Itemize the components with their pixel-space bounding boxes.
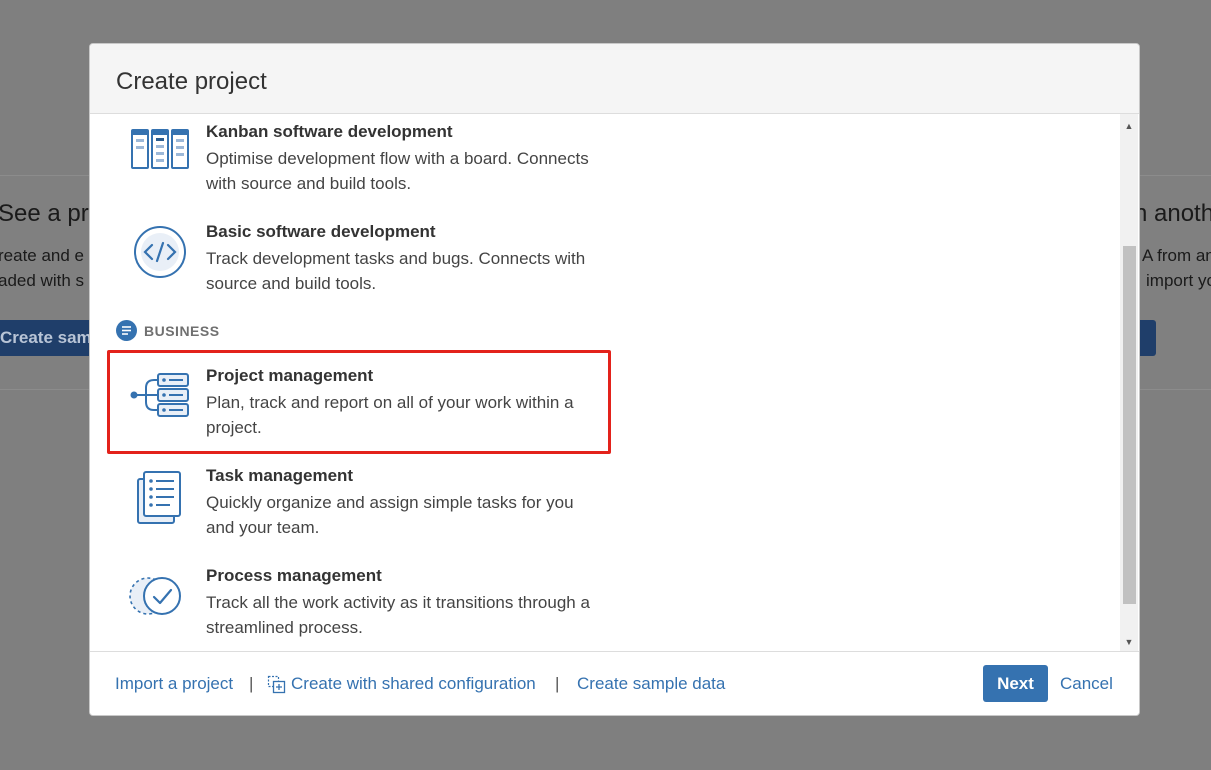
scrollbar-thumb[interactable]: [1123, 246, 1136, 604]
kanban-board-icon: [128, 122, 192, 182]
footer-separator: |: [555, 674, 560, 693]
cancel-link[interactable]: Cancel: [1060, 674, 1113, 694]
import-project-link[interactable]: Import a project: [115, 674, 233, 694]
item-title: Basic software development: [206, 222, 436, 241]
item-title: Task management: [206, 466, 354, 485]
business-section-icon: [116, 320, 137, 341]
footer-separator: |: [249, 674, 254, 693]
code-icon: [128, 222, 192, 282]
project-type-task-management[interactable]: Task management Quickly organize and ass…: [106, 458, 606, 538]
create-sample-data-link[interactable]: Create sample data: [577, 674, 725, 694]
background-text-right-1: A from an: [1142, 246, 1211, 265]
shared-configuration-icon: [267, 675, 286, 694]
next-button[interactable]: Next: [983, 665, 1048, 702]
item-title: Kanban software development: [206, 122, 453, 141]
background-text-left-1: reate and e: [0, 246, 85, 265]
list-scrollbar[interactable]: ▲ ▼: [1120, 114, 1138, 652]
dialog-title: Create project: [116, 68, 267, 95]
dialog-header: Create project: [90, 44, 1139, 114]
dialog-footer: Import a project | Create with shared co…: [90, 651, 1139, 715]
create-shared-configuration-link[interactable]: Create with shared configuration: [291, 674, 536, 694]
task-list-icon: [128, 466, 192, 526]
project-type-basic-software[interactable]: Basic software development Track develop…: [106, 214, 606, 294]
item-description: Track development tasks and bugs. Connec…: [206, 249, 586, 293]
background-text-right-2: import yo: [1146, 271, 1211, 290]
background-text-left-2: aded with s: [0, 271, 84, 290]
selection-highlight: [107, 350, 611, 454]
project-type-kanban[interactable]: Kanban software development Optimise dev…: [106, 114, 606, 194]
process-check-icon: [128, 566, 192, 626]
project-type-list: Kanban software development Optimise dev…: [90, 114, 1139, 652]
scroll-up-arrow-icon[interactable]: ▲: [1120, 118, 1138, 134]
create-project-dialog: Create project Kanban software developme…: [89, 43, 1140, 716]
project-type-process-management[interactable]: Process management Track all the work ac…: [106, 558, 606, 638]
background-heading-right: n anoth: [1134, 200, 1211, 227]
item-description: Track all the work activity as it transi…: [206, 593, 590, 637]
item-description: Quickly organize and assign simple tasks…: [206, 493, 574, 537]
background-create-sample-button: Create sam: [0, 320, 100, 356]
item-description: Optimise development flow with a board. …: [206, 149, 589, 193]
background-heading-left: See a pro: [0, 200, 103, 227]
section-label: BUSINESS: [144, 323, 220, 339]
scroll-down-arrow-icon[interactable]: ▼: [1120, 634, 1138, 650]
item-title: Process management: [206, 566, 382, 585]
